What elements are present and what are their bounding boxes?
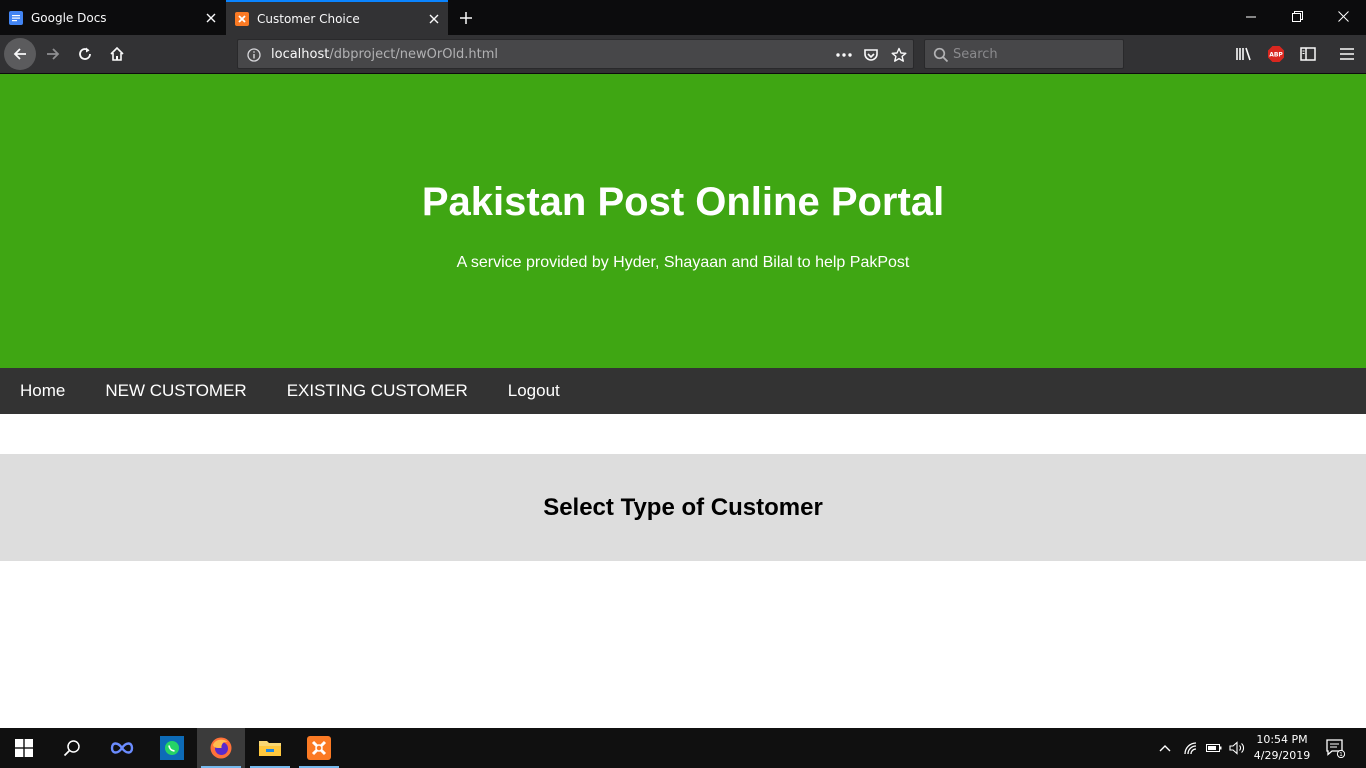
nav-link-new-customer[interactable]: NEW CUSTOMER [85,368,266,414]
search-bar[interactable] [924,39,1124,69]
whatsapp-icon[interactable] [148,728,196,768]
home-icon[interactable] [101,38,133,70]
bookmark-star-icon[interactable] [889,45,909,65]
xampp-icon[interactable] [295,728,343,768]
notification-count: 1 [1339,752,1343,758]
url-bar[interactable]: localhost/dbproject/newOrOld.html [237,39,914,69]
wifi-icon[interactable] [1180,728,1202,768]
pocket-icon[interactable] [861,45,881,65]
volume-icon[interactable] [1226,728,1248,768]
page-actions-icon[interactable] [834,45,854,65]
clock-date: 4/29/2019 [1253,749,1311,762]
page-subtitle: A service provided by Hyder, Shayaan and… [456,254,910,271]
nav-link-logout[interactable]: Logout [488,368,580,414]
reload-icon[interactable] [69,38,101,70]
chevron-up-icon[interactable] [1154,728,1176,768]
adblock-plus-icon[interactable]: ABP [1265,43,1287,65]
customer-type-panel: Select Type of Customer [0,454,1366,561]
svg-text:ABP: ABP [1269,52,1283,59]
hamburger-menu-icon[interactable] [1336,43,1358,65]
tab-customer-choice[interactable]: Customer Choice [226,0,448,35]
search-icon [931,45,951,65]
search-input[interactable] [953,45,1113,63]
file-explorer-icon[interactable] [246,728,294,768]
xampp-icon [235,11,249,26]
forward-arrow-icon[interactable] [37,38,69,70]
firefox-icon[interactable] [197,728,245,768]
search-icon[interactable] [48,728,96,768]
page-title: Pakistan Post Online Portal [421,180,945,224]
url-path: /dbproject/newOrOld.html [329,47,499,62]
restore-icon[interactable] [1274,0,1320,33]
tab-title: Google Docs [31,10,107,25]
close-tab-icon[interactable] [197,0,225,35]
site-info-icon[interactable] [244,45,264,65]
url-host: localhost [271,47,330,62]
library-icon[interactable] [1233,43,1255,65]
minimize-icon[interactable] [1228,0,1274,33]
section-heading: Select Type of Customer [543,494,823,521]
clock-time: 10:54 PM [1256,733,1308,746]
windows-taskbar: 10:54 PM 4/29/2019 1 [0,728,1366,768]
browser-tab-bar: Google Docs Customer Choice [0,0,1366,35]
nav-link-existing-customer[interactable]: EXISTING CUSTOMER [267,368,488,414]
sidebar-toggle-icon[interactable] [1297,43,1319,65]
browser-toolbar: localhost/dbproject/newOrOld.html ABP [0,35,1366,74]
google-docs-icon [9,10,23,25]
close-window-icon[interactable] [1320,0,1366,33]
action-center-icon[interactable]: 1 [1320,728,1350,768]
tab-google-docs[interactable]: Google Docs [0,0,225,35]
url-text[interactable]: localhost/dbproject/newOrOld.html [271,47,498,62]
close-tab-icon[interactable] [420,1,448,36]
battery-icon[interactable] [1203,728,1225,768]
back-arrow-icon[interactable] [4,38,36,70]
main-nav: Home NEW CUSTOMER EXISTING CUSTOMER Logo… [0,368,1366,414]
infinity-app-icon[interactable] [98,728,146,768]
new-tab-icon[interactable] [451,0,481,35]
tab-title: Customer Choice [257,11,360,26]
windows-start-icon[interactable] [0,728,48,768]
nav-link-home[interactable]: Home [0,368,85,414]
taskbar-clock[interactable]: 10:54 PM 4/29/2019 [1250,732,1314,764]
page-header: Pakistan Post Online Portal A service pr… [0,74,1366,368]
